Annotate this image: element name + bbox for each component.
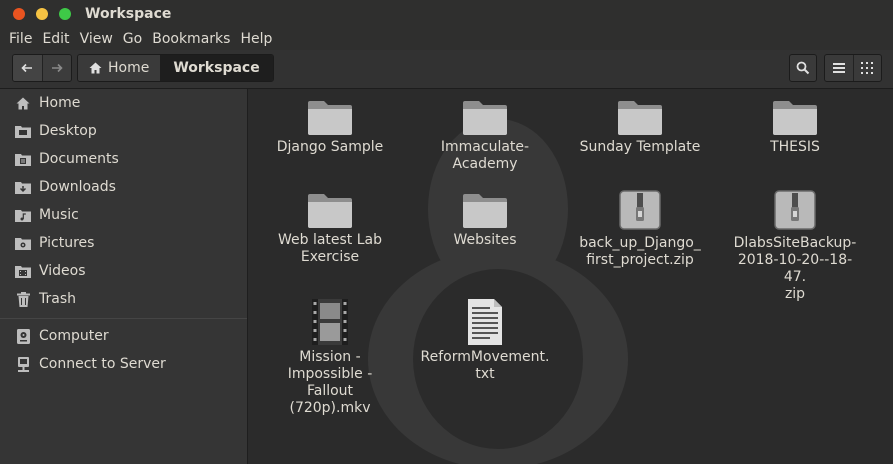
sidebar-item-connect-to-server[interactable]: Connect to Server (0, 350, 247, 378)
file-name: ReformMovement. txt (420, 349, 550, 382)
music-folder-icon (15, 207, 31, 223)
sidebar-item-label: Videos (39, 263, 86, 279)
file-name: DlabsSiteBackup- 2018-10-20--18-47. zip (733, 235, 857, 302)
server-icon (15, 356, 31, 372)
sidebar-item-videos[interactable]: Videos (0, 257, 247, 285)
back-arrow-icon (21, 63, 33, 73)
zip-archive-icon (774, 190, 816, 230)
home-icon (15, 95, 31, 111)
sidebar-item-label: Documents (39, 151, 119, 167)
back-button[interactable] (13, 55, 43, 81)
file-name: Mission - Impossible - Fallout (720p).mk… (287, 349, 373, 416)
file-name: Websites (453, 232, 517, 248)
title-bar: Workspace (0, 0, 893, 28)
sidebar-item-label: Computer (39, 328, 109, 344)
file-item-dlabs-site-backup-zip[interactable]: DlabsSiteBackup- 2018-10-20--18-47. zip (730, 189, 860, 303)
breadcrumb-home[interactable]: Home (78, 55, 161, 81)
sidebar-item-downloads[interactable]: Downloads (0, 173, 247, 201)
sidebar-item-label: Pictures (39, 235, 95, 251)
sidebar-item-pictures[interactable]: Pictures (0, 229, 247, 257)
maximize-window-button[interactable] (59, 8, 71, 20)
zip-archive-icon (619, 190, 661, 230)
file-name: THESIS (770, 139, 820, 155)
sidebar-item-trash[interactable]: Trash (0, 285, 247, 313)
breadcrumb-home-label: Home (108, 60, 150, 76)
breadcrumb: Home Workspace (77, 54, 274, 82)
desktop-folder-icon (15, 123, 31, 139)
menu-edit[interactable]: Edit (37, 28, 74, 50)
home-icon (89, 62, 102, 74)
forward-arrow-icon (51, 63, 63, 73)
sidebar: Home Desktop Documents Downloads Music P… (0, 89, 248, 464)
sidebar-item-documents[interactable]: Documents (0, 145, 247, 173)
sidebar-item-label: Music (39, 207, 79, 223)
documents-folder-icon (15, 151, 31, 167)
menu-help[interactable]: Help (235, 28, 277, 50)
file-name: Immaculate- Academy (440, 139, 530, 172)
forward-button[interactable] (42, 55, 71, 81)
file-name: Django Sample (276, 139, 384, 155)
menu-bookmarks[interactable]: Bookmarks (147, 28, 235, 50)
menu-bar: File Edit View Go Bookmarks Help (0, 28, 893, 50)
menu-file[interactable]: File (4, 28, 37, 50)
file-view[interactable]: Django Sample Immaculate- Academy Sunday… (248, 89, 893, 464)
sidebar-item-label: Trash (39, 291, 76, 307)
folder-icon (308, 194, 352, 228)
sidebar-item-home[interactable]: Home (0, 89, 247, 117)
search-button[interactable] (789, 54, 817, 82)
sidebar-item-label: Downloads (39, 179, 116, 195)
file-name: back_up_Django_ first_project.zip (579, 235, 701, 268)
file-name: Web latest Lab Exercise (277, 232, 383, 265)
sidebar-divider (0, 318, 247, 319)
file-item-thesis[interactable]: THESIS (730, 99, 860, 156)
file-item-reform-movement-txt[interactable]: ReformMovement. txt (420, 299, 550, 383)
file-item-django-sample[interactable]: Django Sample (265, 99, 395, 156)
file-item-websites[interactable]: Websites (420, 192, 550, 249)
grid-view-icon (861, 62, 874, 74)
navigation-buttons (12, 54, 72, 82)
toolbar: Home Workspace (0, 50, 893, 89)
menu-view[interactable]: View (75, 28, 118, 50)
sidebar-item-music[interactable]: Music (0, 201, 247, 229)
file-item-backup-django-zip[interactable]: back_up_Django_ first_project.zip (575, 189, 705, 269)
menu-go[interactable]: Go (118, 28, 147, 50)
minimize-window-button[interactable] (36, 8, 48, 20)
file-item-immaculate-academy[interactable]: Immaculate- Academy (420, 99, 550, 173)
grid-view-button[interactable] (854, 55, 882, 81)
downloads-folder-icon (15, 179, 31, 195)
folder-icon (308, 101, 352, 135)
file-name: Sunday Template (579, 139, 701, 155)
view-mode-buttons (824, 54, 882, 82)
file-item-web-latest-lab-exercise[interactable]: Web latest Lab Exercise (265, 192, 395, 266)
text-file-icon (468, 299, 502, 345)
breadcrumb-current-label: Workspace (173, 60, 260, 76)
videos-folder-icon (15, 263, 31, 279)
sidebar-item-label: Home (39, 95, 81, 111)
sidebar-item-label: Desktop (39, 123, 97, 139)
window-title: Workspace (85, 6, 172, 22)
folder-icon (463, 194, 507, 228)
folder-icon (463, 101, 507, 135)
close-window-button[interactable] (13, 8, 25, 20)
search-icon (796, 61, 810, 75)
sidebar-item-desktop[interactable]: Desktop (0, 117, 247, 145)
file-item-mission-impossible-mkv[interactable]: Mission - Impossible - Fallout (720p).mk… (265, 299, 395, 417)
breadcrumb-current[interactable]: Workspace (160, 55, 273, 81)
trash-icon (15, 291, 31, 307)
video-file-icon (312, 299, 348, 345)
computer-icon (15, 328, 31, 344)
list-view-button[interactable] (825, 55, 854, 81)
folder-icon (773, 101, 817, 135)
list-view-icon (832, 63, 845, 73)
sidebar-item-computer[interactable]: Computer (0, 322, 247, 350)
sidebar-item-label: Connect to Server (39, 356, 166, 372)
file-item-sunday-template[interactable]: Sunday Template (575, 99, 705, 156)
folder-icon (618, 101, 662, 135)
pictures-folder-icon (15, 235, 31, 251)
